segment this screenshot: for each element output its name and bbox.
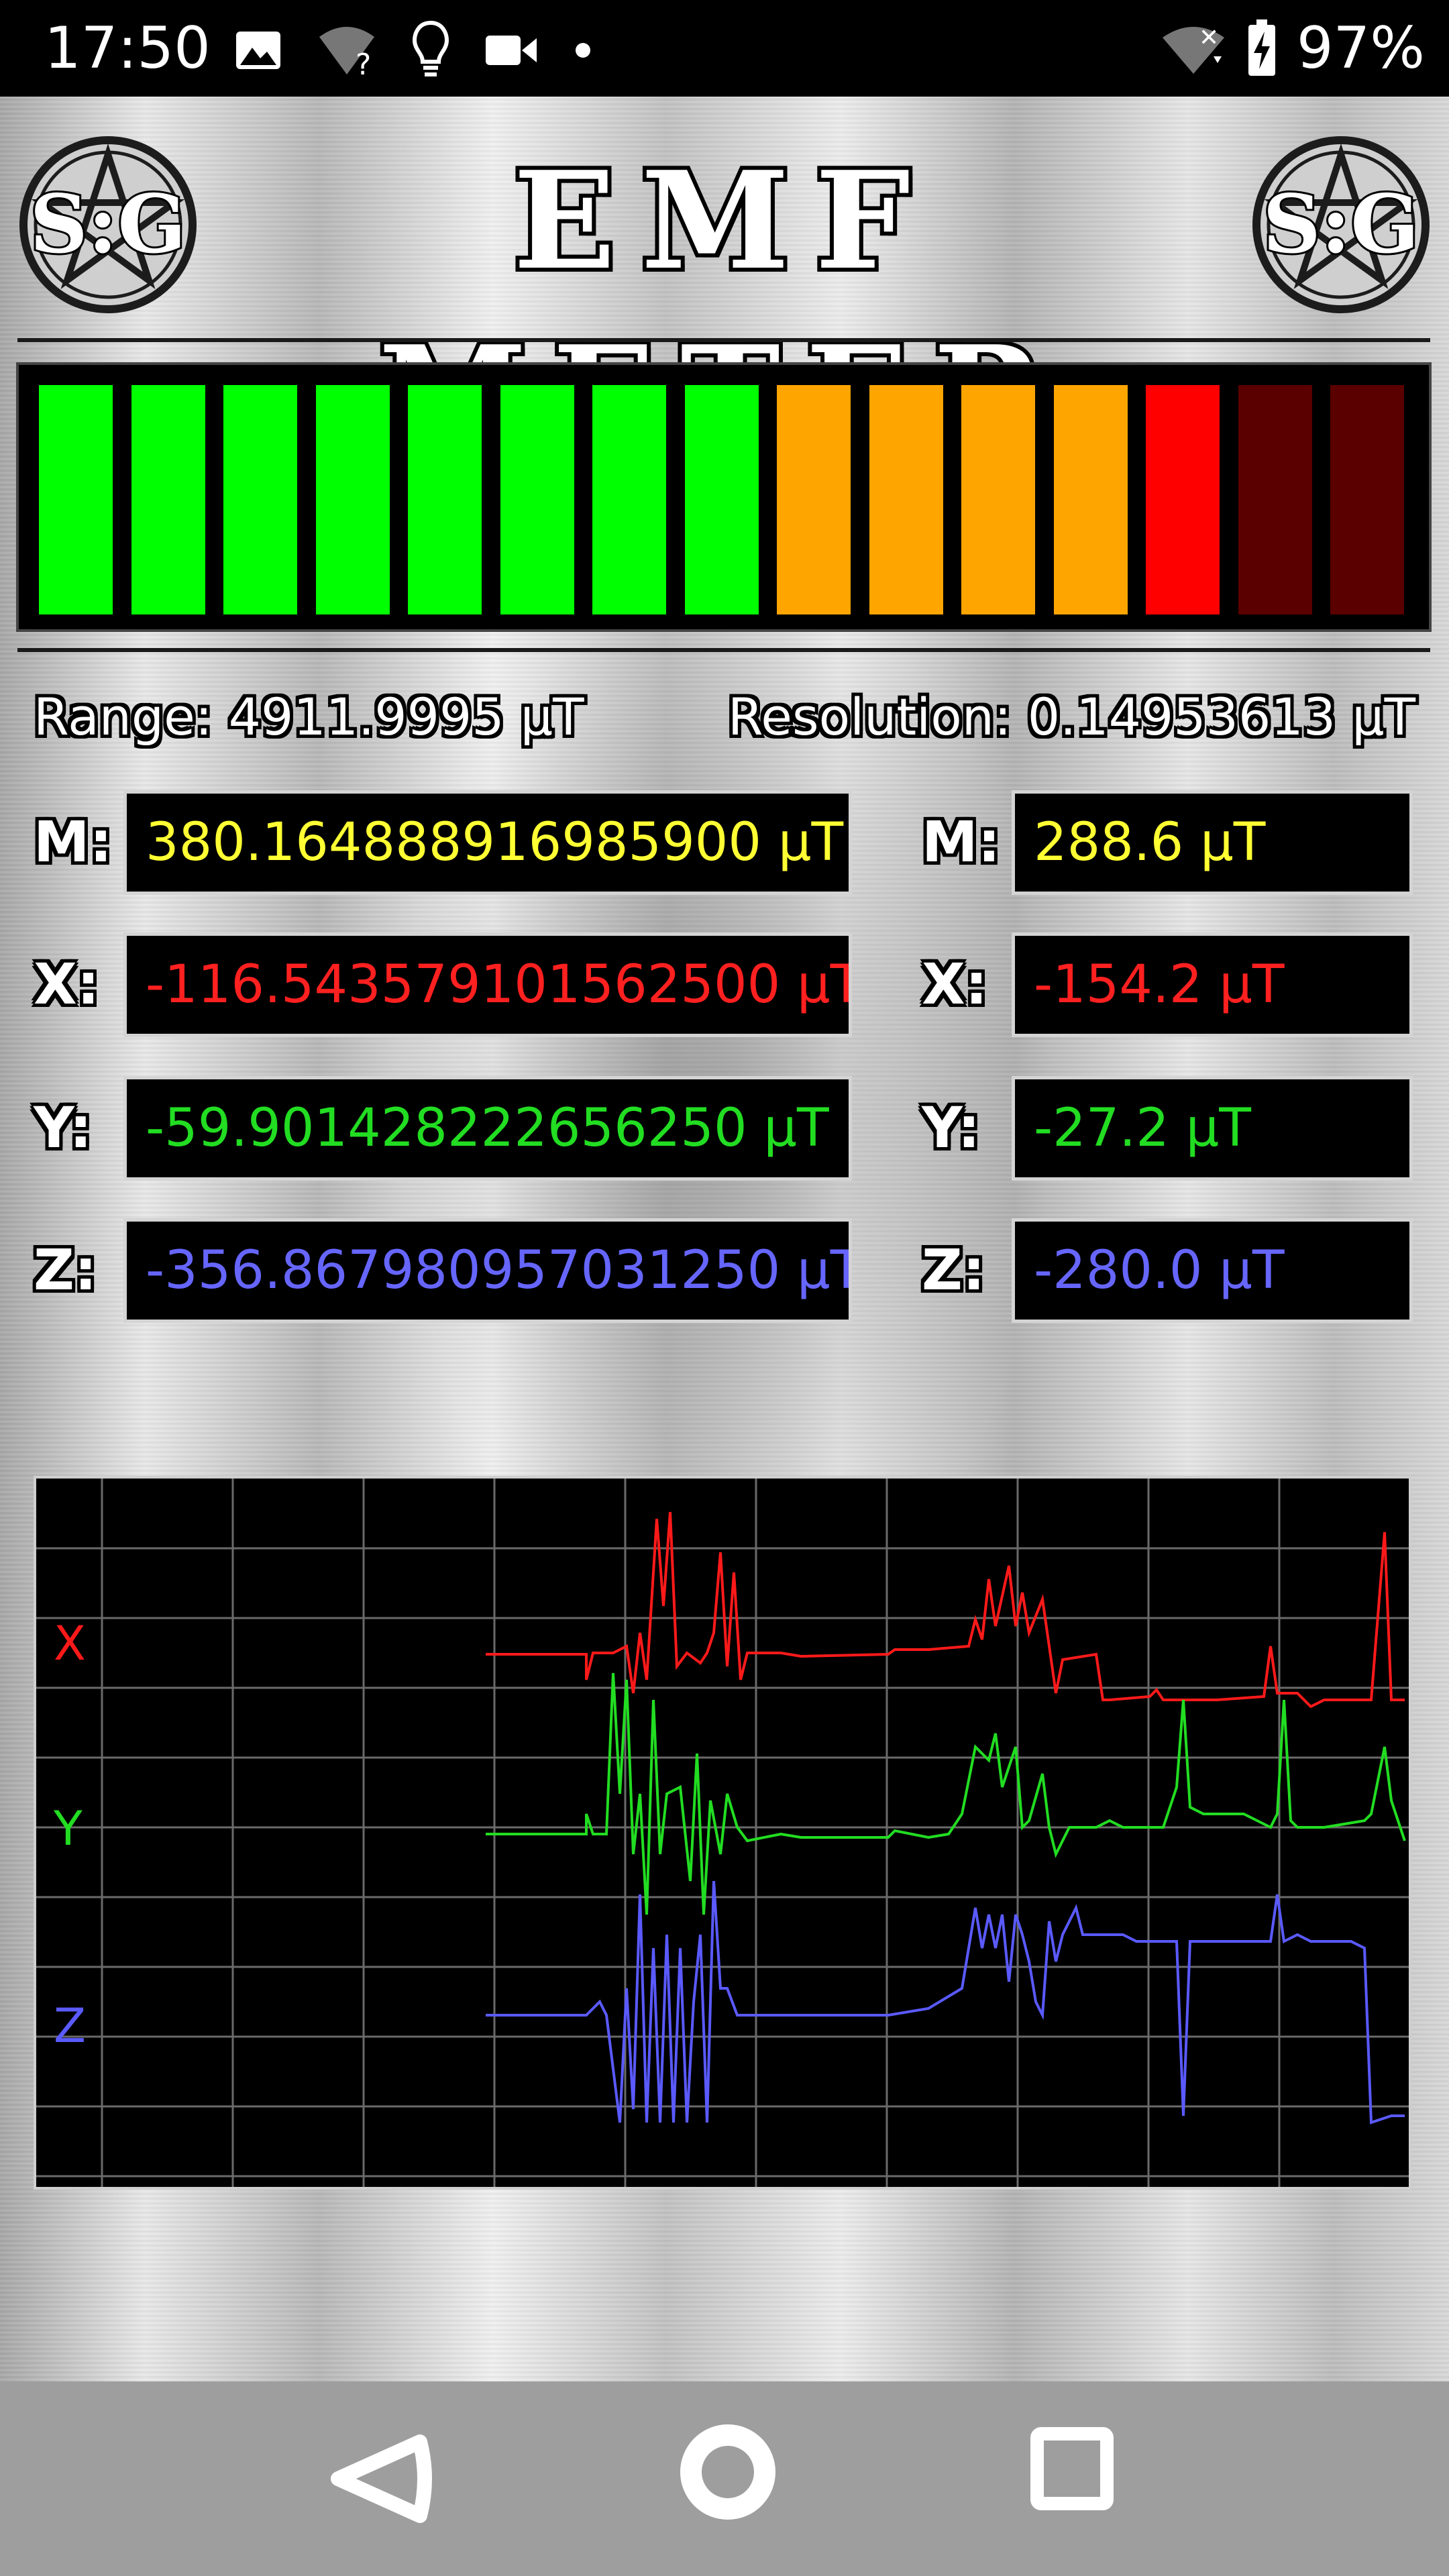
- lightbulb-icon: [412, 20, 449, 76]
- sg-pentagram-logo-icon: S:G: [19, 136, 197, 313]
- divider: [17, 338, 1430, 342]
- svg-text:S:G: S:G: [30, 177, 186, 272]
- svg-text:✕: ✕: [1199, 24, 1219, 52]
- status-bar: 17:50 ? ✕ 97%: [0, 0, 1449, 97]
- value-y-raw: -59.901428222656250 µT: [123, 1076, 852, 1181]
- meter-bar: [1053, 385, 1128, 614]
- value-x-rounded: -154.2 µT: [1012, 932, 1413, 1037]
- meter-bar: [408, 385, 482, 614]
- value-z-raw: -356.867980957031250 µT: [123, 1218, 852, 1323]
- label-y-right: Y:: [922, 1095, 981, 1161]
- graph-canvas: X Y Z: [36, 1479, 1409, 2187]
- app-title: EMF METER: [374, 138, 1049, 478]
- graph-label-x: X: [54, 1616, 86, 1671]
- battery-percent: 97%: [1296, 15, 1425, 82]
- meter-bar: [684, 385, 759, 614]
- meter-bar: [1330, 385, 1404, 614]
- value-y-rounded: -27.2 µT: [1012, 1076, 1413, 1181]
- label-m-right: M:: [922, 809, 1001, 875]
- video-camera-icon: [486, 36, 537, 65]
- recents-icon[interactable]: [1030, 2427, 1114, 2510]
- label-x-right: X:: [922, 951, 988, 1017]
- battery-charging-icon: [1248, 19, 1275, 76]
- meter-bar: [592, 385, 666, 614]
- resolution-label: Resolution: 0.14953613 µT: [727, 687, 1415, 747]
- graph-line-x: [486, 1511, 1405, 1709]
- graph-line-y: [486, 1672, 1406, 1915]
- label-y-left: Y:: [34, 1095, 93, 1161]
- status-time: 17:50: [44, 15, 211, 82]
- emf-level-meter: [16, 362, 1432, 632]
- wifi-question-icon: ?: [319, 27, 374, 77]
- meter-bar: [869, 385, 943, 614]
- meter-bar: [223, 385, 297, 614]
- meter-bar: [315, 385, 390, 614]
- label-x-left: X:: [34, 951, 100, 1017]
- value-m-raw: 380.164888916985900 µT: [123, 790, 852, 895]
- divider: [17, 648, 1430, 652]
- svg-text:S:G: S:G: [1263, 177, 1419, 272]
- label-z-right: Z:: [922, 1237, 985, 1303]
- value-x-raw: -116.543579101562500 µT: [123, 932, 852, 1037]
- status-icons-right: ✕ 97%: [1160, 15, 1425, 82]
- meter-bar: [39, 385, 113, 614]
- wifi-x-icon: ✕: [1162, 24, 1224, 74]
- sg-pentagram-logo-icon: S:G: [1252, 136, 1430, 313]
- svg-text:?: ?: [356, 48, 371, 77]
- app-screen: S:G S:G EMF METER Range: 4911.9995 µT Re…: [0, 97, 1449, 2381]
- graph-line-z: [486, 1880, 1405, 2125]
- label-m-left: M:: [34, 809, 113, 875]
- back-icon[interactable]: [322, 2422, 436, 2536]
- value-z-rounded: -280.0 µT: [1012, 1218, 1413, 1323]
- status-icons-left: ?: [235, 20, 593, 80]
- xyz-history-graph: X Y Z: [34, 1476, 1411, 2190]
- meter-bar: [1238, 385, 1312, 614]
- graph-label-y: Y: [53, 1801, 83, 1856]
- image-icon: [236, 32, 280, 69]
- meter-bar: [961, 385, 1035, 614]
- meter-bar: [1146, 385, 1220, 614]
- navigation-bar: [0, 2381, 1449, 2576]
- home-icon[interactable]: [678, 2422, 778, 2522]
- dot-icon: [576, 43, 590, 58]
- meter-bar: [777, 385, 851, 614]
- label-z-left: Z:: [34, 1237, 97, 1303]
- value-m-rounded: 288.6 µT: [1012, 790, 1413, 895]
- range-label: Range: 4911.9995 µT: [34, 687, 584, 747]
- graph-label-z: Z: [54, 1998, 86, 2053]
- meter-bar: [500, 385, 574, 614]
- meter-bar: [131, 385, 205, 614]
